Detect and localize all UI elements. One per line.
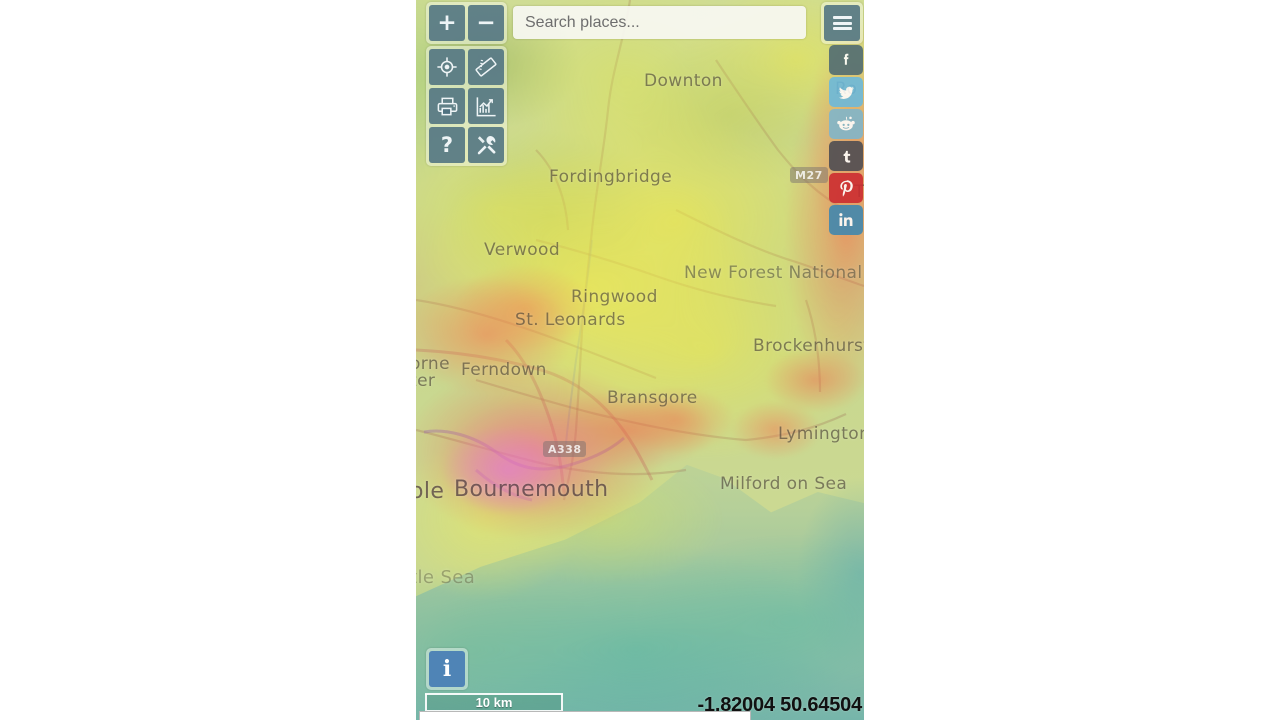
facebook-icon bbox=[837, 51, 855, 69]
zoom-in-button[interactable]: + bbox=[429, 5, 465, 41]
zoom-control-panel: + − bbox=[426, 2, 507, 44]
zoom-out-button[interactable]: − bbox=[468, 5, 504, 41]
ruler-icon bbox=[475, 56, 497, 78]
bottom-cutoff-panel bbox=[419, 711, 751, 720]
road-shield: M27 bbox=[790, 167, 828, 183]
question-mark-icon: ? bbox=[440, 132, 454, 157]
printer-icon bbox=[436, 95, 459, 118]
reddit-icon bbox=[836, 114, 856, 134]
info-panel: i bbox=[426, 648, 468, 690]
tools-wrench-icon bbox=[475, 134, 498, 157]
scale-bar-label: 10 km bbox=[475, 694, 513, 710]
share-pinterest-button[interactable] bbox=[829, 173, 863, 203]
info-icon: i bbox=[442, 656, 452, 682]
social-share-rail bbox=[829, 45, 863, 235]
settings-button[interactable] bbox=[468, 127, 504, 163]
minus-icon: − bbox=[476, 9, 496, 36]
print-button[interactable] bbox=[429, 88, 465, 124]
crosshair-locate-icon bbox=[436, 56, 458, 78]
tumblr-icon bbox=[838, 148, 855, 165]
search-container bbox=[513, 6, 806, 39]
locate-button[interactable] bbox=[429, 49, 465, 85]
hamburger-icon bbox=[832, 14, 852, 33]
road-shield: A338 bbox=[543, 441, 587, 457]
twitter-icon bbox=[837, 83, 856, 102]
share-linkedin-button[interactable] bbox=[829, 205, 863, 235]
pinterest-icon bbox=[837, 179, 856, 198]
plus-icon: + bbox=[437, 9, 457, 36]
hamburger-menu-button[interactable] bbox=[824, 5, 860, 41]
map-viewport[interactable]: Downton Fordingbridge Verwood New Forest Na… bbox=[416, 0, 864, 720]
chart-button[interactable] bbox=[468, 88, 504, 124]
info-button[interactable]: i bbox=[429, 651, 465, 687]
bar-chart-icon bbox=[475, 95, 498, 118]
search-input[interactable] bbox=[513, 6, 806, 39]
help-button[interactable]: ? bbox=[429, 127, 465, 163]
app-window: Downton Fordingbridge Verwood New Forest Na… bbox=[0, 0, 1280, 720]
share-tumblr-button[interactable] bbox=[829, 141, 863, 171]
scale-bar: 10 km bbox=[425, 693, 563, 712]
share-reddit-button[interactable] bbox=[829, 109, 863, 139]
share-twitter-button[interactable] bbox=[829, 77, 863, 107]
linkedin-icon bbox=[837, 211, 855, 229]
menu-panel bbox=[821, 2, 863, 44]
measure-button[interactable] bbox=[468, 49, 504, 85]
share-facebook-button[interactable] bbox=[829, 45, 863, 75]
tools-control-panel: ? bbox=[426, 46, 507, 166]
